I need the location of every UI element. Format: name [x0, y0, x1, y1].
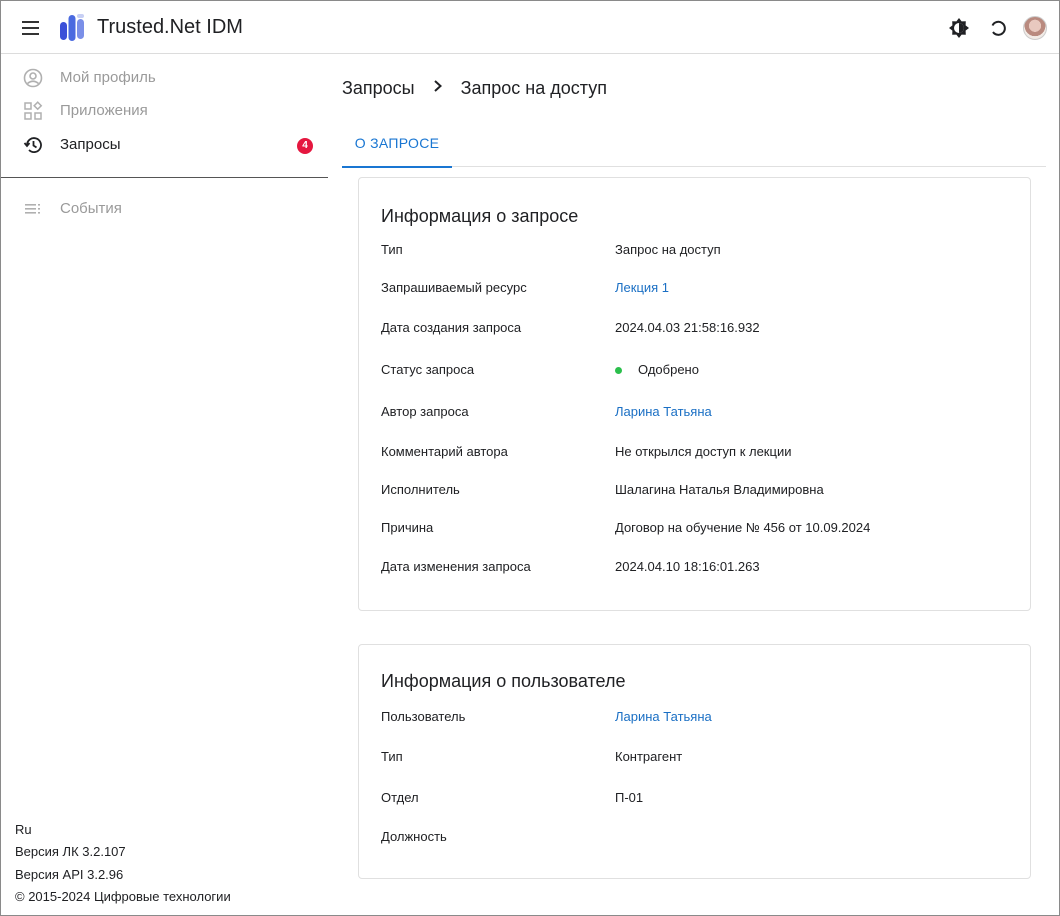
row-key: Исполнитель: [381, 482, 460, 497]
row-key: Дата изменения запроса: [381, 559, 531, 574]
refresh-icon[interactable]: [986, 16, 1010, 40]
theme-icon[interactable]: [947, 16, 971, 40]
sidebar-item-profile[interactable]: Мой профиль: [1, 62, 328, 94]
row-key: Комментарий автора: [381, 444, 508, 459]
row-key: Запрашиваемый ресурс: [381, 280, 527, 295]
logo-icon: [60, 14, 84, 41]
sidebar: Мой профиль Приложения Запросы 4 События: [1, 55, 328, 915]
app-title: Trusted.Net IDM: [97, 16, 243, 38]
history-icon: [23, 137, 42, 153]
sidebar-divider: [1, 177, 328, 178]
breadcrumb: Запросы Запрос на доступ: [342, 77, 607, 99]
row-value: П-01: [615, 790, 644, 805]
sidebar-item-label: Приложения: [60, 102, 148, 119]
tab-active-indicator: [342, 166, 452, 168]
copyright: © 2015-2024 Цифровые технологии: [15, 889, 231, 904]
sidebar-item-apps[interactable]: Приложения: [1, 95, 328, 127]
user-row-name: Пользователь Ларина Татьяна: [381, 709, 1011, 729]
breadcrumb-current: Запрос на доступ: [460, 77, 607, 98]
row-key: Автор запроса: [381, 404, 469, 419]
user-info-card: Информация о пользователе Пользователь Л…: [358, 644, 1031, 879]
row-key: Статус запроса: [381, 362, 475, 377]
sidebar-item-label: Запросы: [60, 136, 121, 153]
info-row-author: Автор запроса Ларина Татьяна: [381, 404, 1011, 424]
breadcrumb-parent[interactable]: Запросы: [342, 78, 415, 99]
card-title: Информация о пользователе: [381, 671, 626, 691]
row-key: Должность: [381, 829, 447, 844]
row-value: Контрагент: [615, 749, 683, 764]
row-value: 2024.04.10 18:16:01.263: [615, 559, 760, 574]
status-dot-icon: [615, 367, 622, 374]
list-icon: [25, 204, 40, 214]
author-link[interactable]: Ларина Татьяна: [615, 404, 712, 419]
user-row-department: Отдел П-01: [381, 790, 1011, 810]
row-key: Тип: [381, 749, 403, 764]
request-info-card: Информация о запросе Тип Запрос на досту…: [358, 177, 1031, 611]
user-link[interactable]: Ларина Татьяна: [615, 709, 712, 724]
apps-icon: [24, 101, 43, 120]
row-key: Отдел: [381, 790, 419, 805]
sidebar-item-requests[interactable]: Запросы 4: [1, 129, 328, 161]
row-key: Пользователь: [381, 709, 466, 724]
tab-label: О ЗАПРОСЕ: [354, 135, 440, 151]
info-row-reason: Причина Договор на обучение № 456 от 10.…: [381, 520, 1011, 540]
user-row-type: Тип Контрагент: [381, 749, 1011, 769]
row-value: 2024.04.03 21:58:16.932: [615, 320, 760, 335]
row-value: Запрос на доступ: [615, 242, 721, 257]
version-lk: Версия ЛК 3.2.107: [15, 844, 126, 859]
row-key: Тип: [381, 242, 403, 257]
requests-count-badge: 4: [297, 138, 313, 154]
user-row-position: Должность: [381, 829, 1011, 849]
row-value: Шалагина Наталья Владимировна: [615, 482, 824, 497]
version-api: Версия API 3.2.96: [15, 867, 124, 882]
avatar[interactable]: [1023, 16, 1047, 40]
sidebar-item-label: События: [60, 200, 122, 217]
card-title: Информация о запросе: [381, 206, 579, 226]
tab-request-info[interactable]: О ЗАПРОСЕ: [342, 124, 452, 168]
info-row-created: Дата создания запроса 2024.04.03 21:58:1…: [381, 320, 1011, 340]
status-value: Одобрено: [638, 362, 699, 377]
resource-link[interactable]: Лекция 1: [615, 280, 669, 295]
sidebar-item-events[interactable]: События: [1, 193, 328, 225]
info-row-executor: Исполнитель Шалагина Наталья Владимировн…: [381, 482, 1011, 502]
info-row-type: Тип Запрос на доступ: [381, 242, 1011, 262]
menu-icon[interactable]: [20, 18, 42, 38]
row-value: Не открылся доступ к лекции: [615, 444, 792, 459]
info-row-modified: Дата изменения запроса 2024.04.10 18:16:…: [381, 559, 1011, 579]
row-value: Договор на обучение № 456 от 10.09.2024: [615, 520, 871, 535]
user-circle-icon: [23, 68, 43, 88]
app-header: Trusted.Net IDM: [1, 1, 1059, 54]
row-key: Дата создания запроса: [381, 320, 522, 335]
info-row-status: Статус запроса Одобрено: [381, 362, 1011, 382]
language-switch[interactable]: Ru: [15, 822, 32, 837]
info-row-comment: Комментарий автора Не открылся доступ к …: [381, 444, 1011, 464]
sidebar-item-label: Мой профиль: [60, 69, 156, 86]
info-row-resource: Запрашиваемый ресурс Лекция 1: [381, 280, 1011, 300]
row-key: Причина: [381, 520, 434, 535]
tab-bar: О ЗАПРОСЕ: [342, 124, 1046, 168]
chevron-right-icon: [433, 80, 442, 92]
